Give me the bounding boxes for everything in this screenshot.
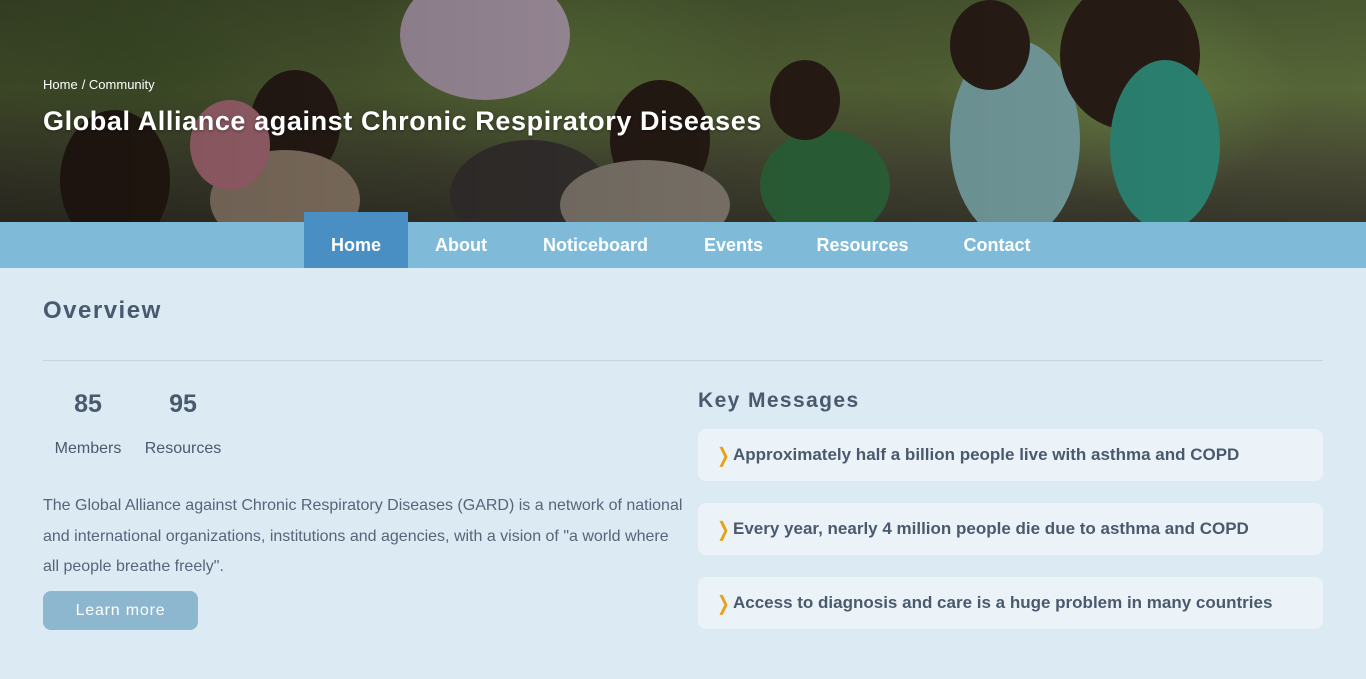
chevron-right-icon: ❯ xyxy=(717,593,730,615)
nav-item-noticeboard[interactable]: Noticeboard xyxy=(527,222,664,268)
main-nav: Home About Noticeboard Events Resources … xyxy=(0,212,1366,268)
section-divider xyxy=(43,360,1323,361)
key-message-item[interactable]: ❯ Approximately half a billion people li… xyxy=(698,429,1323,481)
key-message-text: Every year, nearly 4 million people die … xyxy=(733,519,1249,538)
key-message-item[interactable]: ❯ Access to diagnosis and care is a huge… xyxy=(698,577,1323,629)
breadcrumb-current: / Community xyxy=(81,77,155,92)
resources-count: 95 xyxy=(169,390,197,418)
nav-item-contact[interactable]: Contact xyxy=(949,222,1045,268)
nav-item-resources[interactable]: Resources xyxy=(802,222,923,268)
members-label: Members xyxy=(54,440,122,457)
chevron-right-icon: ❯ xyxy=(717,445,730,467)
key-messages-heading: Key Messages xyxy=(698,389,860,412)
key-message-text: Approximately half a billion people live… xyxy=(733,445,1240,464)
nav-item-events[interactable]: Events xyxy=(690,222,777,268)
page-title: Global Alliance against Chronic Respirat… xyxy=(43,106,762,136)
key-message-item[interactable]: ❯ Every year, nearly 4 million people di… xyxy=(698,503,1323,555)
key-message-text: Access to diagnosis and care is a huge p… xyxy=(733,593,1273,612)
nav-item-home[interactable]: Home xyxy=(304,212,408,268)
breadcrumb-home-link[interactable]: Home xyxy=(43,77,78,92)
resources-label: Resources xyxy=(144,440,222,457)
learn-more-button[interactable]: Learn more xyxy=(43,591,198,630)
overview-description: The Global Alliance against Chronic Resp… xyxy=(43,497,683,575)
chevron-right-icon: ❯ xyxy=(717,519,730,541)
nav-item-about[interactable]: About xyxy=(421,222,501,268)
members-count: 85 xyxy=(74,390,102,418)
overview-heading: Overview xyxy=(43,297,162,324)
hero-banner: Home / Community Global Alliance against … xyxy=(0,0,1366,222)
breadcrumb: Home / Community xyxy=(43,77,159,92)
